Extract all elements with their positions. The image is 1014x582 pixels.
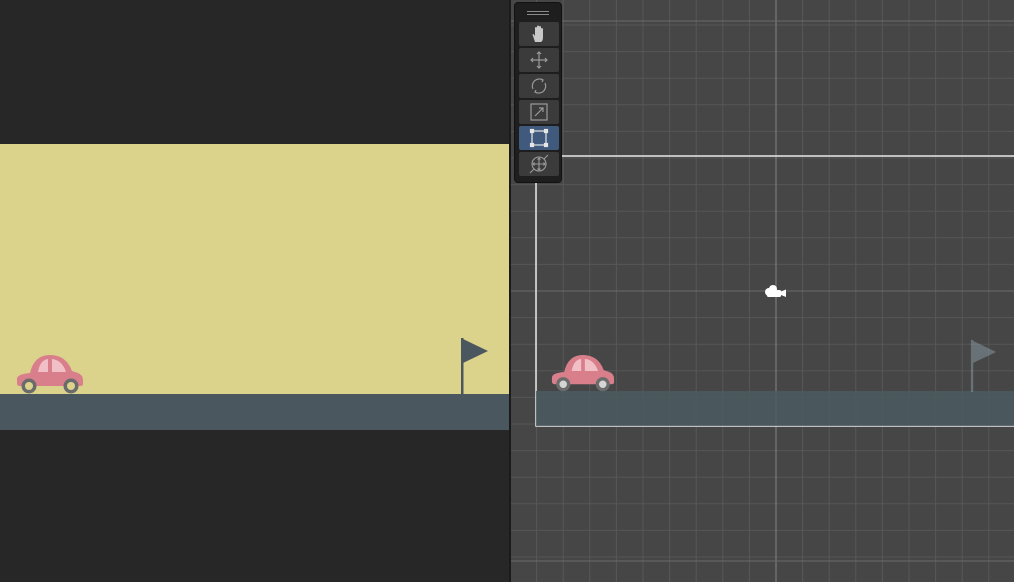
rect-transform-icon [529,128,549,148]
scene-view-panel[interactable] [511,0,1014,582]
rotate-tool-button[interactable] [519,74,559,98]
scene-flag-object[interactable] [967,338,999,392]
game-view-panel[interactable] [0,0,509,582]
car-sprite [17,355,83,394]
scene-ground[interactable] [536,391,1014,426]
rotate-icon [531,78,547,94]
scene-car-object[interactable] [551,352,615,392]
hand-tool-button[interactable] [519,22,559,46]
scale-tool-button[interactable] [519,100,559,124]
tool-palette [514,2,562,183]
palette-drag-handle[interactable] [519,6,557,20]
rect-tool-button[interactable] [519,126,559,150]
transform-icon [529,154,549,174]
hand-icon [532,25,543,42]
editor-window [0,0,1014,582]
game-ground [0,394,509,430]
scene-grid [511,0,1014,582]
transform-tool-button[interactable] [519,152,559,176]
move-tool-button[interactable] [519,48,559,72]
move-arrows-icon [530,51,548,69]
camera-icon[interactable] [764,283,788,301]
scale-icon [530,103,548,121]
finish-flag-sprite [461,338,488,394]
